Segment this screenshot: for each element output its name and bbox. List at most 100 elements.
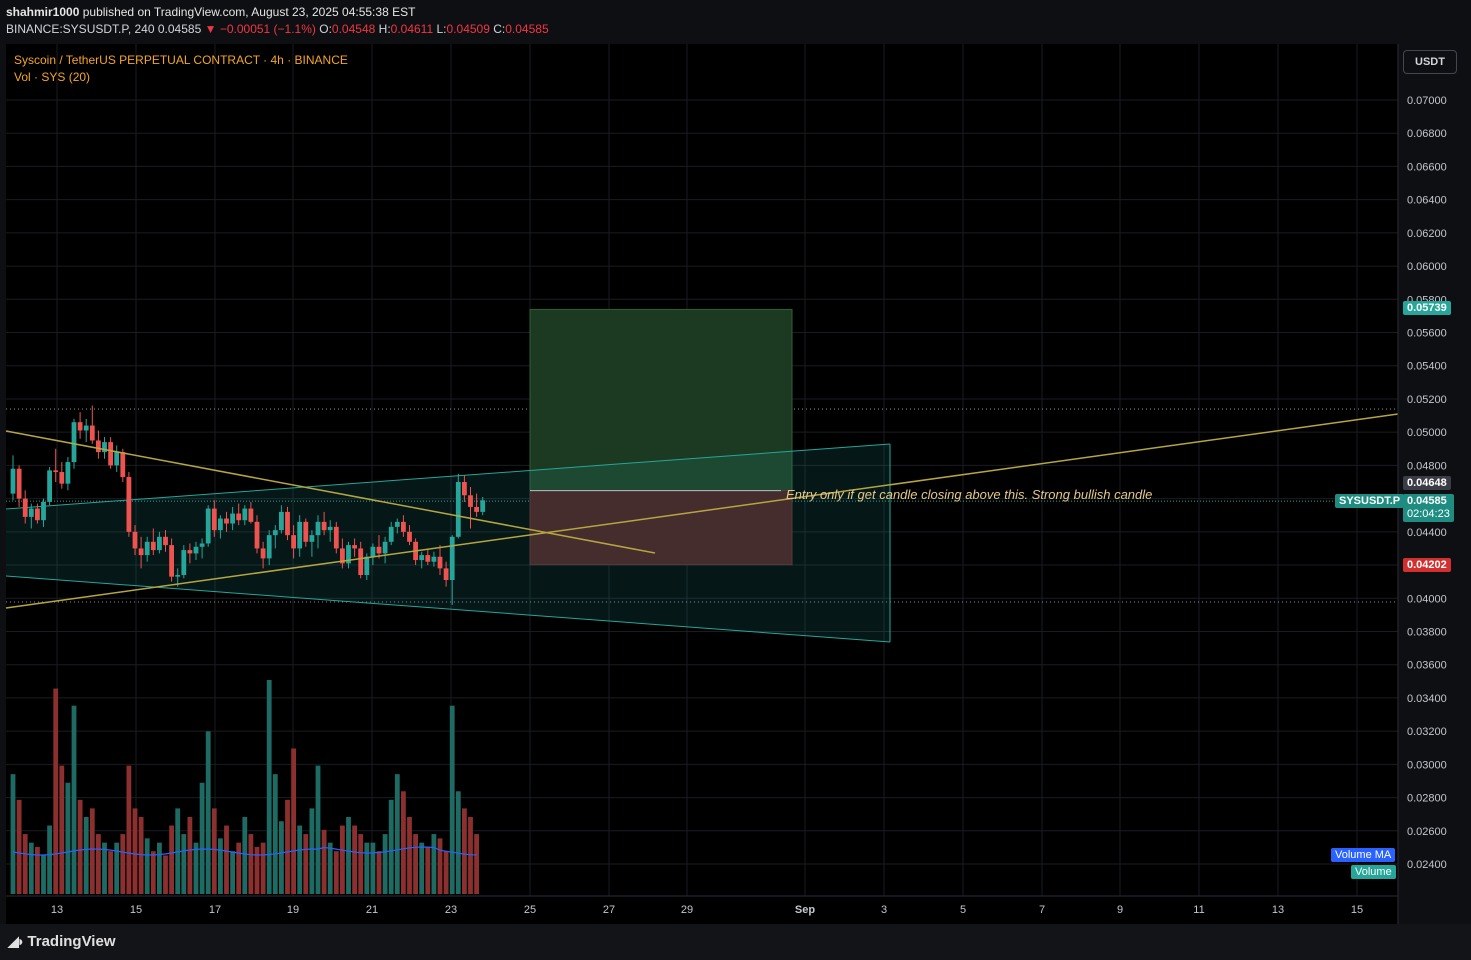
candle-body	[236, 513, 242, 521]
price-tick-label: 0.04400	[1407, 527, 1447, 539]
candle-body	[480, 500, 486, 512]
candle-body	[309, 535, 315, 542]
volume-bar	[187, 816, 193, 894]
price-tick-label: 0.07000	[1407, 95, 1447, 107]
candle-body	[303, 521, 309, 542]
volume-bar	[77, 799, 83, 894]
price-tick-label: 0.06000	[1407, 261, 1447, 273]
tradingview-logo-text: TradingView	[27, 933, 116, 950]
volume-bar	[71, 705, 77, 894]
volume-bar	[120, 834, 126, 894]
down-arrow-icon: ▼	[204, 22, 217, 36]
candle-body	[175, 575, 181, 577]
candle-body	[77, 422, 83, 431]
series-legend[interactable]: Syscoin / TetherUS PERPETUAL CONTRACT · …	[14, 53, 348, 67]
candle-body	[242, 508, 248, 521]
volume-bar	[352, 825, 357, 894]
volume-bar	[340, 825, 345, 894]
candle-body	[28, 508, 34, 517]
volume-bar	[150, 851, 156, 894]
volume-bar	[132, 808, 138, 894]
volume-bar	[291, 748, 296, 894]
candle-body	[291, 535, 296, 549]
currency-button[interactable]: USDT	[1403, 50, 1457, 74]
price-chart[interactable]: 0.07000 0.06800 0.06600 0.06400 0.06200 0.060…	[0, 0, 1471, 924]
volume-bar	[242, 816, 248, 894]
volume-bar	[211, 808, 217, 894]
volume-legend[interactable]: Vol · SYS (20)	[14, 70, 90, 84]
price-tick-label: 0.06600	[1407, 161, 1447, 173]
volume-bar	[126, 765, 132, 894]
price-tick-label: 0.05600	[1407, 328, 1447, 340]
candle-body	[187, 550, 193, 554]
candle-body	[157, 536, 162, 551]
annotation-text[interactable]: Entry only if get candle closing above t…	[786, 487, 1152, 502]
volume-bar	[53, 688, 59, 894]
volume-bar	[28, 842, 34, 894]
time-tick-label: 23	[445, 904, 457, 916]
candle-body	[248, 508, 254, 522]
volume-bar	[443, 851, 449, 894]
candle-body	[10, 468, 16, 494]
candle-body	[144, 541, 150, 556]
high-value: 0.04611	[390, 22, 434, 36]
volume-tag: Volume	[1351, 865, 1396, 879]
volume-bar	[382, 834, 388, 894]
price-tick-label: 0.05400	[1407, 361, 1447, 373]
volume-bar	[303, 834, 309, 894]
candle-body	[126, 477, 132, 532]
volume-bar	[279, 821, 284, 894]
price-tick-label: 0.05200	[1407, 394, 1447, 406]
candle-body	[199, 543, 205, 547]
candle-body	[449, 536, 455, 580]
volume-bar	[230, 851, 235, 894]
volume-bar	[138, 816, 144, 894]
time-tick-label: 5	[960, 904, 966, 916]
candle-body	[41, 501, 46, 521]
candle-body	[455, 482, 461, 537]
volume-bar	[437, 838, 443, 894]
volume-bar	[376, 851, 382, 894]
candle-body	[169, 545, 174, 577]
volume-bar	[157, 842, 162, 894]
volume-bar	[169, 825, 174, 894]
target-price-tag: 0.05739	[1403, 301, 1451, 315]
tradingview-logo[interactable]: ◢◗ TradingView	[8, 933, 116, 950]
close-value: 0.04585	[505, 22, 549, 36]
candle-body	[132, 531, 138, 549]
footer-bar	[0, 924, 1471, 960]
volume-bar	[449, 705, 455, 894]
stop-price-tag: 0.04202	[1403, 558, 1451, 572]
price-tick-label: 0.02400	[1407, 859, 1447, 871]
volume-bar	[346, 816, 351, 894]
candle-body	[376, 546, 382, 554]
volume-bar	[193, 842, 199, 894]
volume-bar	[35, 846, 40, 894]
price-tick-label: 0.04800	[1407, 460, 1447, 472]
candle-body	[114, 452, 120, 466]
high-label: H:	[378, 22, 391, 36]
candle-body	[150, 541, 156, 551]
volume-bar	[41, 855, 46, 894]
candle-body	[59, 472, 65, 484]
volume-bar	[22, 834, 28, 894]
price-tick-label: 0.02800	[1407, 793, 1447, 805]
candle-body	[108, 442, 113, 466]
published-text: published on TradingView.com, August 23,…	[82, 5, 416, 19]
candle-body	[333, 526, 339, 549]
close-label: C:	[493, 22, 506, 36]
volume-bar	[321, 829, 327, 894]
price-tick-label: 0.02600	[1407, 826, 1447, 838]
candle-body	[47, 470, 52, 502]
volume-bar	[407, 816, 412, 894]
volume-bar	[248, 834, 254, 894]
volume-bar	[254, 846, 260, 894]
candle-body	[321, 521, 327, 531]
volume-bar	[272, 774, 278, 894]
volume-bar	[65, 782, 71, 894]
price-tick-label: 0.06800	[1407, 128, 1447, 140]
low-label: L:	[436, 22, 447, 36]
author-name[interactable]: shahmir1000	[6, 5, 79, 19]
candle-body	[364, 556, 370, 576]
ohlc-line: BINANCE:SYSUSDT.P, 240 0.04585 ▼ −0.0005…	[6, 22, 549, 36]
